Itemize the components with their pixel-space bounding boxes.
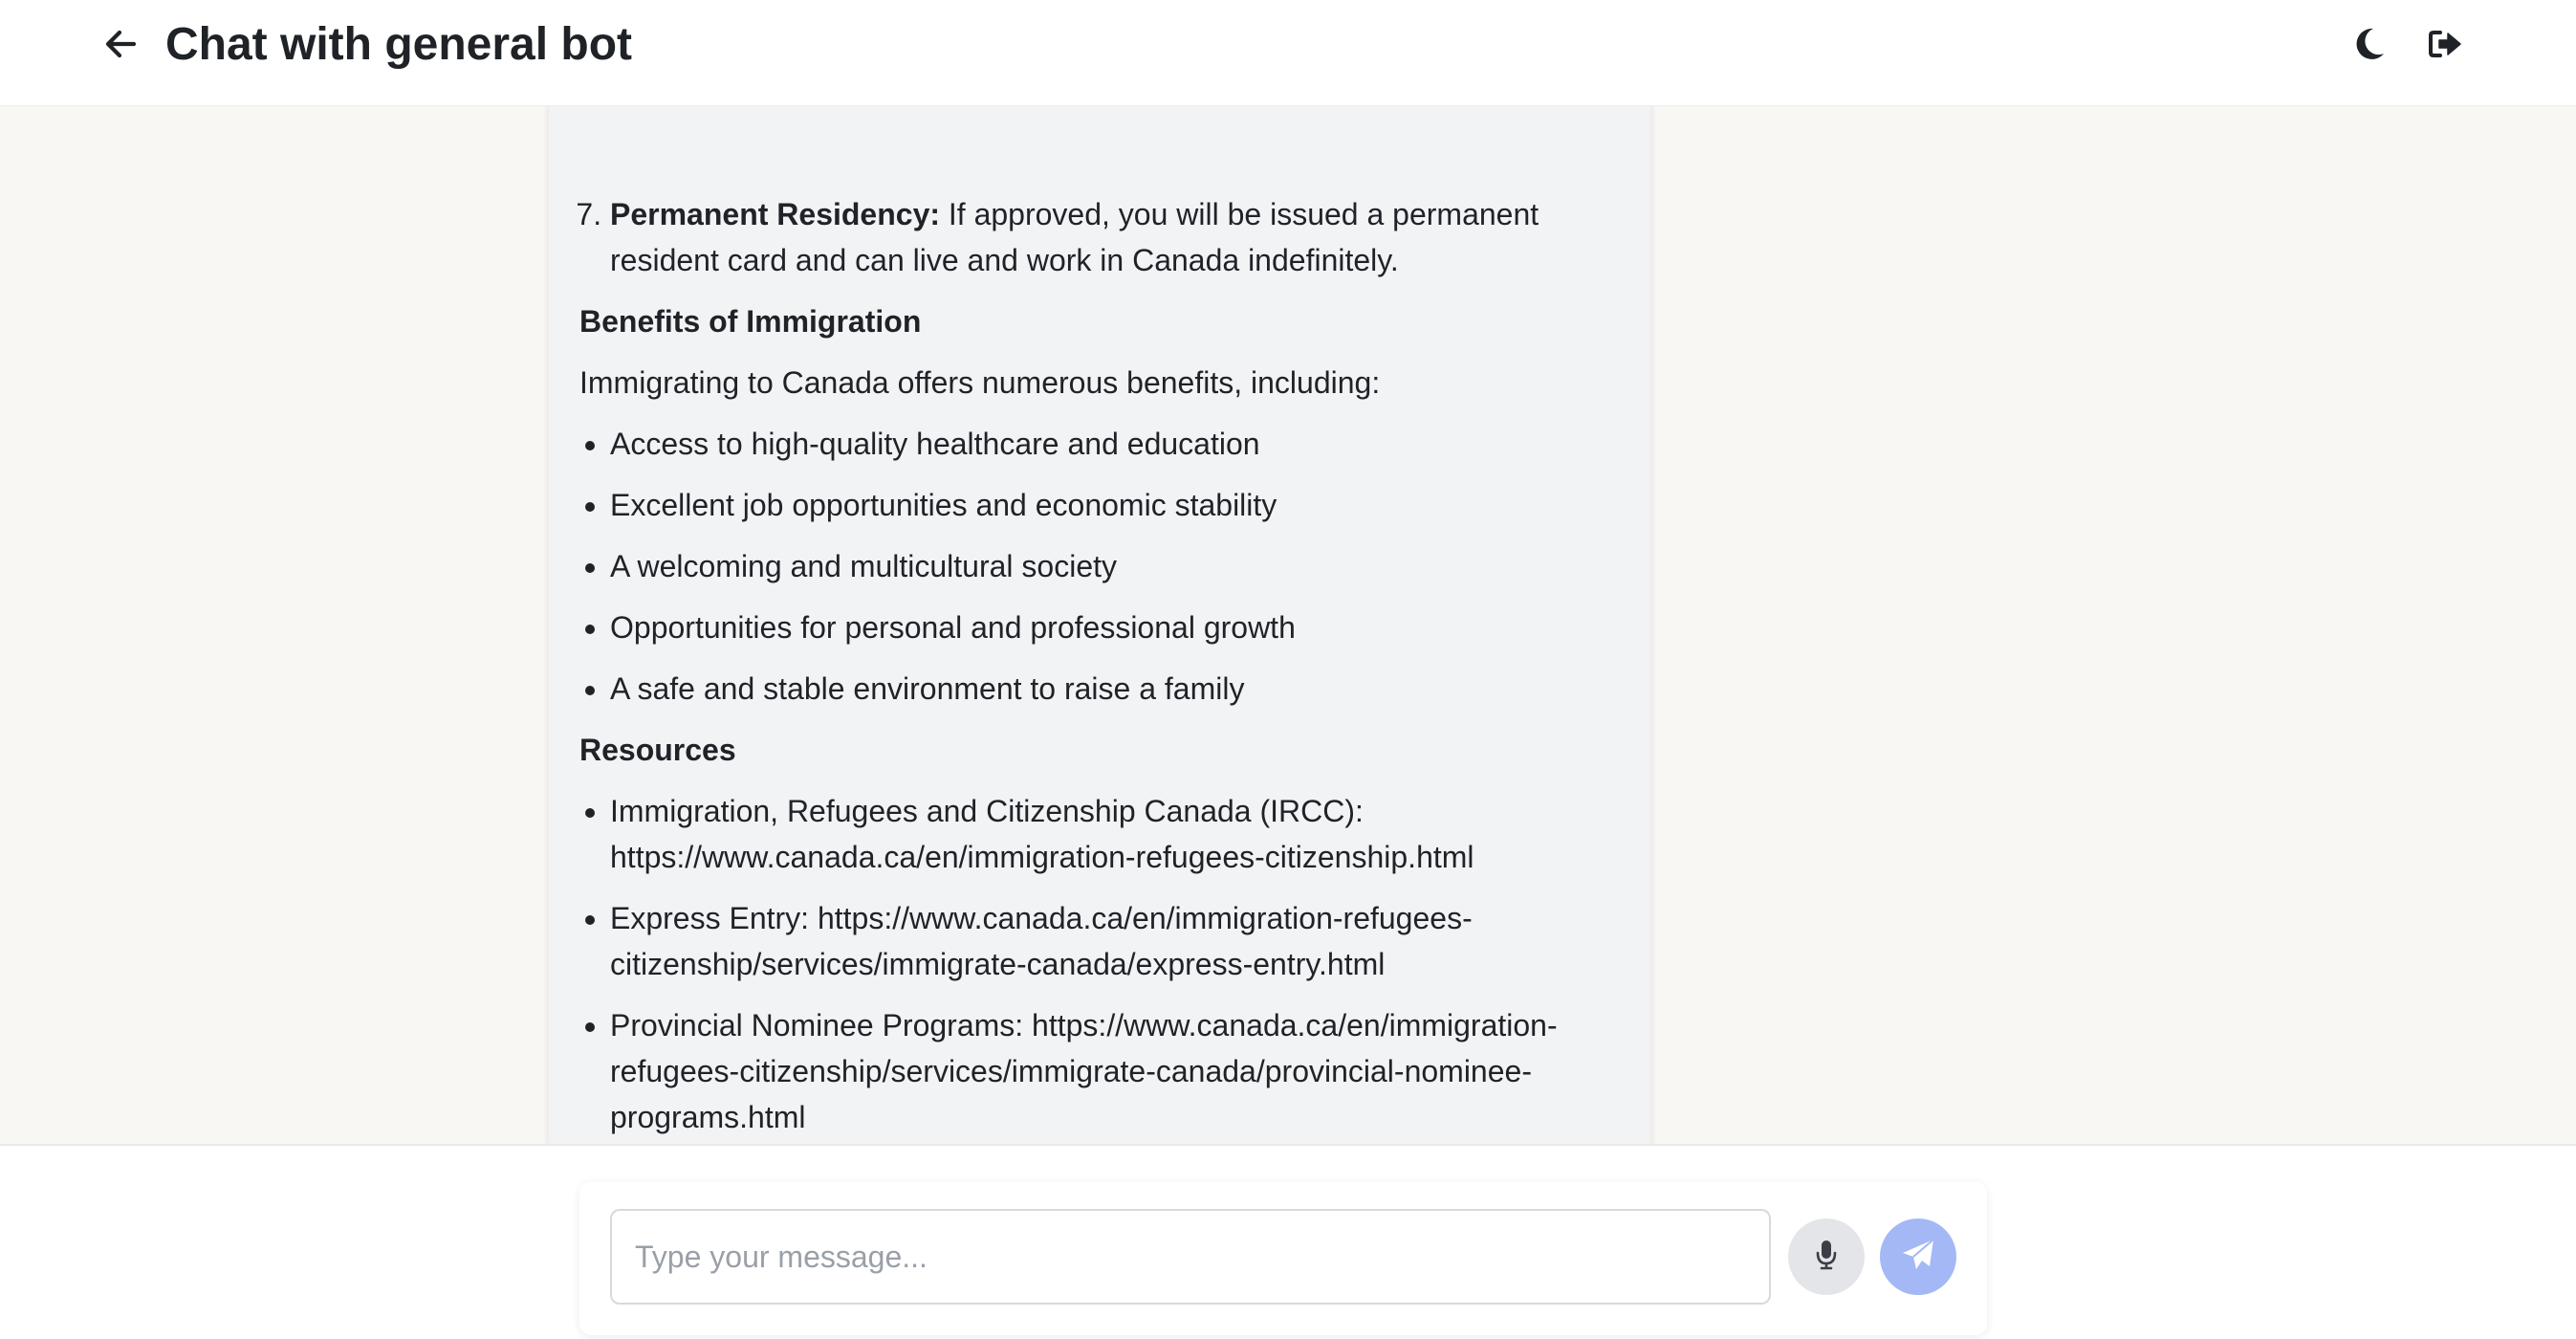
sign-out-icon: [2428, 29, 2462, 64]
page-title: Chat with general bot: [165, 19, 633, 70]
step-title: Permanent Residency:: [610, 197, 941, 231]
composer-bar: [0, 1144, 2576, 1339]
message-composer: [579, 1182, 1987, 1335]
resource-item: Provincial Nominee Programs: https://www…: [610, 1002, 1612, 1140]
app-header: Chat with general bot: [0, 0, 2576, 106]
benefit-item: A welcoming and multicultural society: [610, 543, 1612, 589]
benefit-item: A safe and stable environment to raise a…: [610, 666, 1612, 712]
moon-icon: [2353, 27, 2386, 66]
steps-list: Permanent Residency: If approved, you wi…: [579, 191, 1612, 283]
resources-list: Immigration, Refugees and Citizenship Ca…: [579, 788, 1612, 1140]
bot-message-bubble: Permanent Residency: If approved, you wi…: [549, 105, 1650, 1144]
resource-item: Express Entry: https://www.canada.ca/en/…: [610, 895, 1612, 987]
bot-message-content: Permanent Residency: If approved, you wi…: [579, 191, 1612, 1140]
back-button[interactable]: [99, 25, 142, 67]
benefit-item: Excellent job opportunities and economic…: [610, 482, 1612, 528]
benefits-list: Access to high-quality healthcare and ed…: [579, 421, 1612, 712]
benefit-item: Opportunities for personal and professio…: [610, 604, 1612, 650]
resource-item: Immigration, Refugees and Citizenship Ca…: [610, 788, 1612, 880]
microphone-icon: [1816, 1240, 1837, 1275]
message-input[interactable]: [610, 1209, 1771, 1305]
step-item: Permanent Residency: If approved, you wi…: [610, 191, 1612, 283]
paper-plane-icon: [1901, 1238, 1935, 1277]
benefits-heading: Benefits of Immigration: [579, 304, 922, 339]
benefit-item: Access to high-quality healthcare and ed…: [610, 421, 1612, 467]
voice-input-button[interactable]: [1788, 1218, 1865, 1295]
arrow-left-icon: [104, 30, 137, 63]
theme-toggle-button[interactable]: [2347, 23, 2392, 69]
chat-messages-area[interactable]: Permanent Residency: If approved, you wi…: [0, 105, 2576, 1144]
send-button[interactable]: [1880, 1218, 1956, 1295]
benefits-intro: Immigrating to Canada offers numerous be…: [579, 365, 1381, 400]
logout-button[interactable]: [2422, 23, 2468, 69]
resources-heading: Resources: [579, 733, 736, 767]
